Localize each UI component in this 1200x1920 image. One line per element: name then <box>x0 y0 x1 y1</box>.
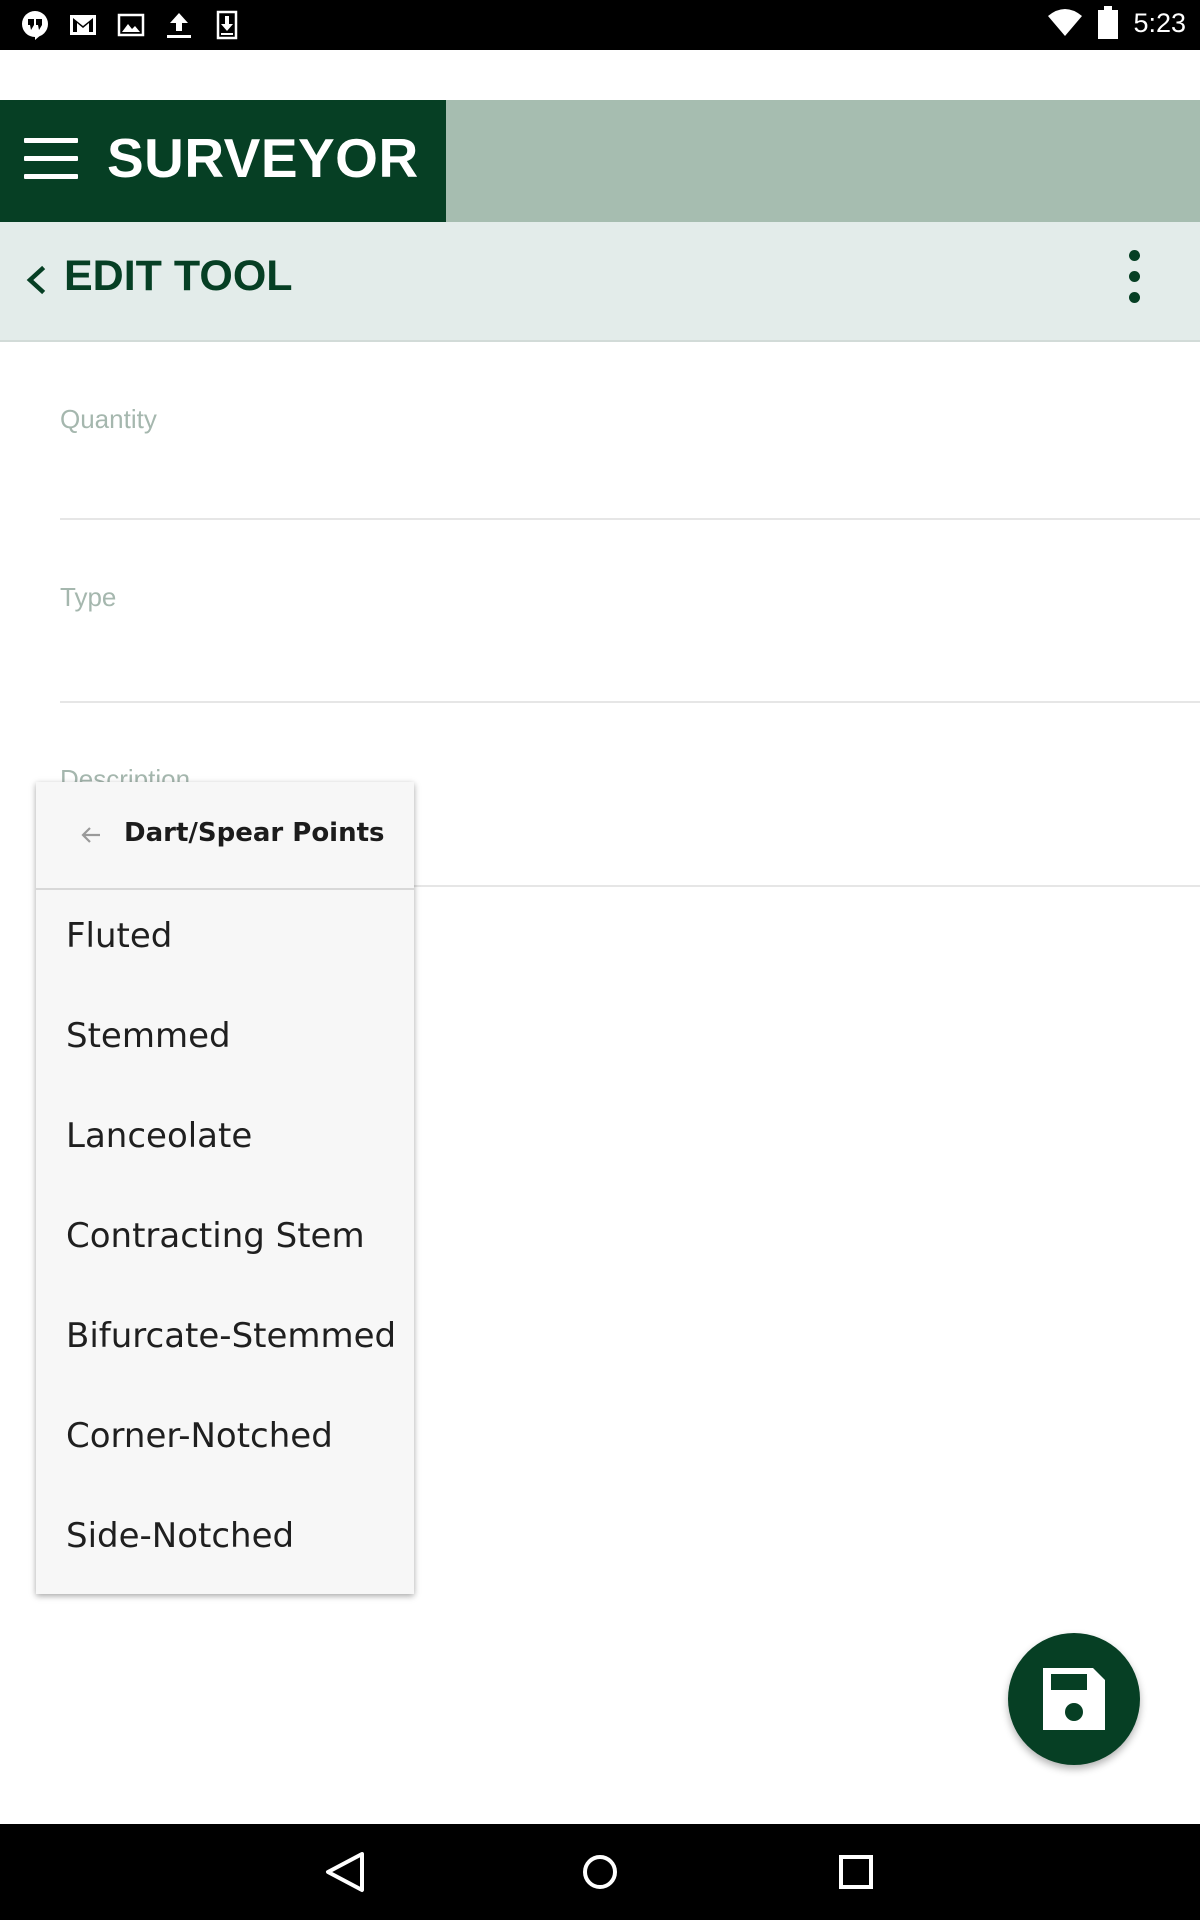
sub-header: EDIT TOOL <box>0 222 1200 342</box>
dropdown-item[interactable]: Fluted <box>66 916 172 956</box>
navigation-bar <box>0 1824 1200 1920</box>
more-vert-icon[interactable] <box>1118 250 1150 310</box>
notification-icons <box>20 10 242 40</box>
quantity-field-label: Quantity <box>60 404 157 434</box>
dropdown-item[interactable]: Corner-Notched <box>66 1416 333 1456</box>
nav-home-icon[interactable] <box>570 1842 630 1902</box>
system-icons: 5:23 <box>1047 6 1186 40</box>
app-bar: SURVEYOR <box>0 100 1200 222</box>
arrow-left-icon[interactable] <box>78 822 104 848</box>
gmail-icon <box>70 15 96 35</box>
clock: 5:23 <box>1133 7 1186 38</box>
dropdown-item[interactable]: Lanceolate <box>66 1116 252 1156</box>
status-bar: 5:23 <box>0 0 1200 50</box>
wifi-icon <box>1048 9 1083 36</box>
dropdown-item[interactable]: Stemmed <box>66 1016 231 1056</box>
dropdown-item[interactable]: Bifurcate-Stemmed <box>66 1316 396 1356</box>
dropdown-item[interactable]: Side-Notched <box>66 1516 294 1556</box>
dropdown-header[interactable]: Dart/Spear Points <box>36 782 414 890</box>
type-field-label: Type <box>60 582 117 612</box>
download-icon <box>216 10 238 40</box>
type-dropdown-menu: Dart/Spear Points Fluted Stemmed Lanceol… <box>36 782 414 1594</box>
nav-back-icon[interactable] <box>314 1842 374 1902</box>
hamburger-menu-icon[interactable] <box>24 138 78 184</box>
battery-icon <box>1098 6 1119 39</box>
nav-recents-icon[interactable] <box>826 1842 886 1902</box>
save-button[interactable] <box>1008 1633 1140 1765</box>
upload-icon <box>167 13 191 38</box>
image-icon <box>117 13 145 37</box>
hangouts-icon <box>22 11 48 40</box>
type-field[interactable] <box>60 701 1200 703</box>
dropdown-item[interactable]: Contracting Stem <box>66 1216 365 1256</box>
app-title: SURVEYOR <box>107 127 419 189</box>
brand-block: SURVEYOR <box>0 100 446 222</box>
page-title: EDIT TOOL <box>64 252 293 300</box>
quantity-field[interactable] <box>60 518 1200 520</box>
dropdown-title: Dart/Spear Points <box>124 818 385 848</box>
chevron-left-icon[interactable] <box>16 260 56 300</box>
save-icon <box>1043 1668 1105 1730</box>
